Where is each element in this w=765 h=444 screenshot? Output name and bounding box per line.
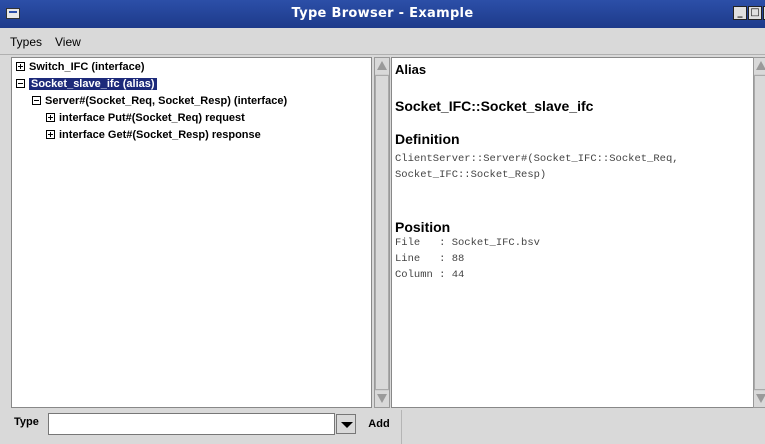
scrollbar-thumb[interactable] [375,75,389,390]
tree-item-put-request[interactable]: interface Put#(Socket_Req) request [46,111,245,126]
collapse-icon[interactable] [16,79,25,88]
scroll-up-icon[interactable] [754,58,765,74]
menu-types[interactable]: Types [10,35,42,49]
scroll-up-icon[interactable] [375,58,389,74]
position-column: Column : 44 [395,269,465,281]
scroll-down-icon[interactable] [754,391,765,407]
tree-item-label: Switch_IFC (interface) [29,61,145,73]
definition-heading: Definition [395,131,460,147]
detail-pane: Alias Socket_IFC::Socket_slave_ifc Defin… [391,57,754,408]
collapse-icon[interactable] [32,96,41,105]
bottom-toolbar: Type Add [0,410,765,444]
tree-item-label: interface Get#(Socket_Resp) response [59,129,261,141]
title-bar: Type Browser - Example _ □ × [0,0,765,28]
tree-item-socket-slave-ifc[interactable]: Socket_slave_ifc (alias) [16,77,157,92]
window-title: Type Browser - Example [291,6,474,21]
position-line: Line : 88 [395,253,465,265]
scroll-down-icon[interactable] [375,391,389,407]
scrollbar-thumb[interactable] [754,75,765,390]
alias-heading: Alias [395,62,427,77]
minimize-icon[interactable]: _ [733,6,747,20]
definition-text-1: ClientServer::Server#(Socket_IFC::Socket… [395,153,679,165]
detail-scrollbar[interactable] [753,57,765,408]
type-tree[interactable]: Switch_IFC (interface) Socket_slave_ifc … [11,57,372,408]
expand-icon[interactable] [16,62,25,71]
position-heading: Position [395,219,451,235]
tree-scrollbar[interactable] [374,57,390,408]
tree-item-label: interface Put#(Socket_Req) request [59,112,245,124]
type-label: Type [14,416,39,428]
tree-item-get-response[interactable]: interface Get#(Socket_Resp) response [46,128,261,143]
type-input[interactable] [48,413,335,435]
definition-text-2: Socket_IFC::Socket_Resp) [395,169,547,181]
position-file: File : Socket_IFC.bsv [395,237,540,249]
chevron-down-icon[interactable] [336,414,356,434]
tree-item-switch-ifc[interactable]: Switch_IFC (interface) [16,60,145,75]
divider [401,410,402,444]
maximize-icon[interactable]: □ [748,6,762,20]
menu-bar: Types View [0,28,765,55]
tree-item-label: Server#(Socket_Req, Socket_Resp) (interf… [45,95,288,107]
menu-view[interactable]: View [55,35,81,49]
expand-icon[interactable] [46,130,55,139]
menu-view-label: View [55,35,81,49]
add-button[interactable]: Add [362,413,396,435]
alias-name: Socket_IFC::Socket_slave_ifc [395,98,594,114]
tree-item-server[interactable]: Server#(Socket_Req, Socket_Resp) (interf… [32,94,287,109]
tree-item-label: Socket_slave_ifc (alias) [29,78,157,90]
expand-icon[interactable] [46,113,55,122]
menu-types-label: Types [10,35,43,49]
